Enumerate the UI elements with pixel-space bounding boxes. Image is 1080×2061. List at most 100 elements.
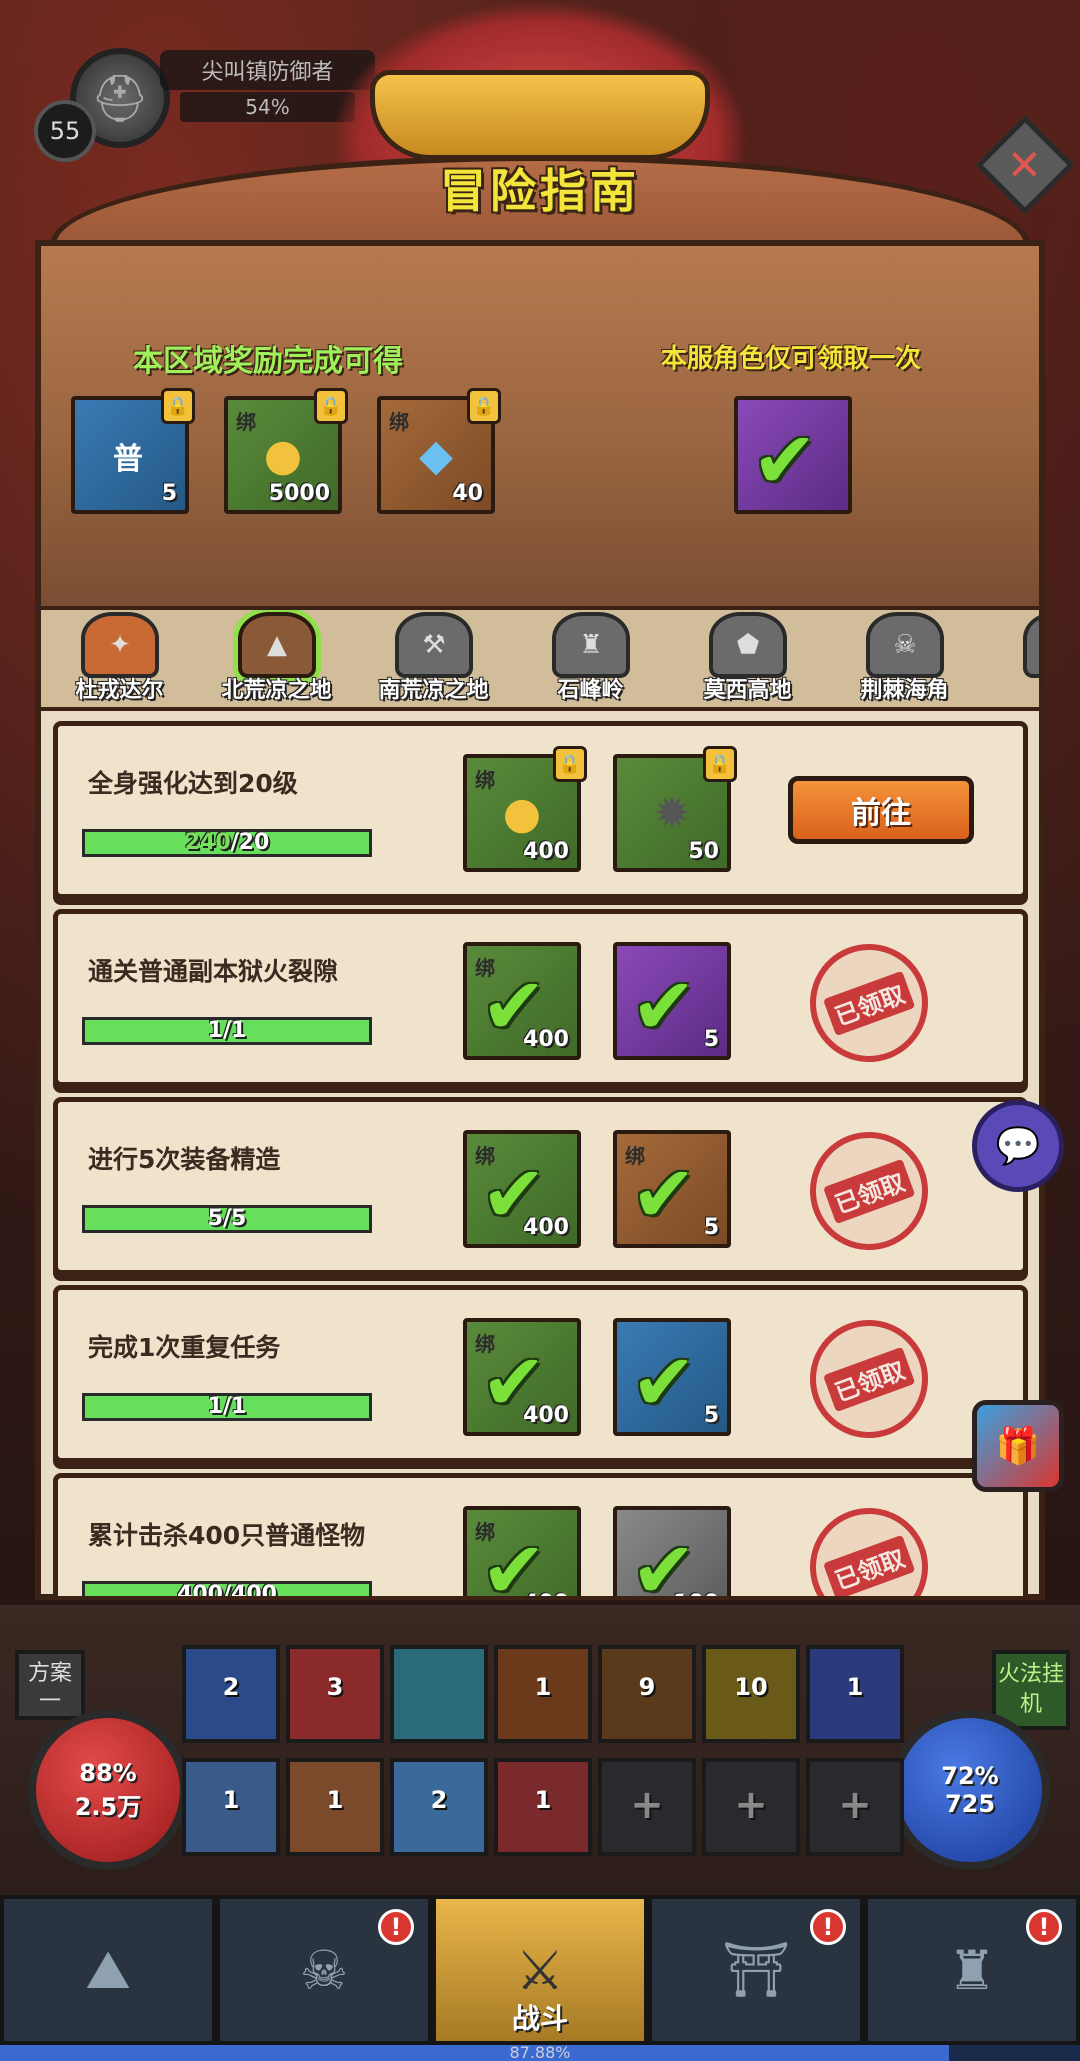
mp-percent: 72% bbox=[941, 1762, 999, 1790]
checkmark-icon: ✔ bbox=[631, 962, 697, 1052]
nav-shop[interactable]: ♜! bbox=[864, 1895, 1080, 2045]
skill-slot[interactable]: 1 bbox=[806, 1645, 904, 1743]
skill-slot[interactable]: 1 bbox=[286, 1758, 384, 1856]
item-qty: 5 bbox=[703, 1215, 719, 1240]
item-qty: 40 bbox=[452, 481, 483, 506]
bottom-hud: 方案一 火法挂机 88% 2.5万 72% 725 2 3 1 9 10 1 1… bbox=[0, 1605, 1080, 2061]
task-reward-item[interactable]: ● 绑 400 🔒 bbox=[463, 746, 587, 872]
task-reward-item[interactable]: 5 ✔ bbox=[613, 942, 731, 1060]
task-reward-item[interactable]: 100 ✔ bbox=[613, 1506, 731, 1596]
task-name: 全身强化达到20级 bbox=[88, 769, 298, 798]
skill-slot[interactable]: 9 bbox=[598, 1645, 696, 1743]
gift-button[interactable]: 🎁 bbox=[972, 1400, 1064, 1492]
skill-slot[interactable]: 2 bbox=[390, 1758, 488, 1856]
guide-panel: 本区域奖励完成可得 本服角色仅可领取一次 普 5 🔒 ● 绑 5000 🔒 ◆ … bbox=[35, 240, 1045, 1600]
gold-coin-icon: ● bbox=[502, 787, 542, 839]
nav-guild[interactable]: ⛩! bbox=[648, 1895, 864, 2045]
region-emblem-icon: ✧ bbox=[1023, 612, 1039, 678]
tab-label: 北荒凉之地 bbox=[221, 678, 332, 703]
empty-skill-slot[interactable]: + bbox=[806, 1758, 904, 1856]
region-emblem-icon: ⬟ bbox=[709, 612, 787, 678]
task-row: 累计击杀400只普通怪物 400/400 绑 400 ✔ 100 ✔ 已领取 bbox=[53, 1473, 1028, 1596]
progress-text: 5/5 bbox=[207, 1206, 247, 1231]
checkmark-icon: ✔ bbox=[752, 416, 818, 506]
empty-skill-slot[interactable]: + bbox=[702, 1758, 800, 1856]
task-reward-item[interactable]: 5 ✔ bbox=[613, 1318, 731, 1436]
skill-slot[interactable]: 1 bbox=[494, 1645, 592, 1743]
gift-icon: 🎁 bbox=[995, 1426, 1041, 1467]
task-reward-item[interactable]: 绑 400 ✔ bbox=[463, 1130, 581, 1248]
tab-region-south-wasteland[interactable]: ⚒ 南荒凉之地 bbox=[355, 610, 512, 707]
region-reward-title: 本区域奖励完成可得 bbox=[133, 344, 403, 379]
task-reward-item[interactable]: 绑 5 ✔ bbox=[613, 1130, 731, 1248]
task-row: 通关普通副本狱火裂隙 1/1 绑 400 ✔ 5 ✔ 已领取 bbox=[53, 909, 1028, 1087]
tab-label: 莫西高地 bbox=[703, 678, 792, 703]
task-reward-item[interactable]: 绑 400 ✔ bbox=[463, 1318, 581, 1436]
mask-icon: ☠ bbox=[299, 1938, 349, 2002]
lock-icon: 🔒 bbox=[467, 388, 501, 424]
nav-character[interactable]: ⛰ bbox=[0, 1895, 216, 2045]
tab-label: 南荒凉之地 bbox=[378, 678, 489, 703]
task-reward-item[interactable]: ✹ 50 🔒 bbox=[613, 746, 737, 872]
skill-slot[interactable]: 3 bbox=[286, 1645, 384, 1743]
notification-badge: ! bbox=[1026, 1909, 1062, 1945]
battle-label: 战斗 bbox=[511, 2002, 568, 2035]
bottom-nav: ⛰ ☠! ⚔ 战斗 ⛩! ♜! bbox=[0, 1895, 1080, 2045]
region-emblem-icon: ☠ bbox=[866, 612, 944, 678]
region-emblem-icon: ✦ bbox=[81, 612, 159, 678]
task-row: 全身强化达到20级 240/20 ● 绑 400 🔒 ✹ 50 🔒 前往 bbox=[53, 721, 1028, 899]
tab-region-duroldar[interactable]: ✦ 杜戎达尔 bbox=[41, 610, 198, 707]
tab-region-thorn-cape[interactable]: ☠ 荆棘海角 bbox=[826, 610, 983, 707]
claimed-stamp: 已领取 bbox=[793, 1115, 945, 1267]
chat-button[interactable]: 💬 bbox=[972, 1100, 1064, 1192]
task-reward-item[interactable]: 绑 400 ✔ bbox=[463, 942, 581, 1060]
nav-battle[interactable]: ⚔ 战斗 bbox=[432, 1895, 648, 2045]
skill-slot[interactable]: 2 bbox=[182, 1645, 280, 1743]
task-list[interactable]: 全身强化达到20级 240/20 ● 绑 400 🔒 ✹ 50 🔒 前往 通关普… bbox=[53, 721, 1028, 1596]
gold-coin-icon: ● bbox=[263, 429, 303, 481]
notification-badge: ! bbox=[810, 1909, 846, 1945]
task-name: 完成1次重复任务 bbox=[88, 1333, 281, 1362]
region-reward-item[interactable]: 普 5 🔒 bbox=[71, 388, 195, 514]
tab-region-mossy-highland[interactable]: ⬟ 莫西高地 bbox=[669, 610, 826, 707]
lock-icon: 🔒 bbox=[161, 388, 195, 424]
notification-badge: ! bbox=[378, 1909, 414, 1945]
task-name: 累计击杀400只普通怪物 bbox=[88, 1521, 366, 1550]
claimed-stamp: 已领取 bbox=[793, 927, 945, 1079]
item-tag: 绑 bbox=[389, 410, 409, 434]
task-row: 完成1次重复任务 1/1 绑 400 ✔ 5 ✔ 已领取 bbox=[53, 1285, 1028, 1463]
task-reward-item[interactable]: 绑 400 ✔ bbox=[463, 1506, 581, 1596]
skill-slot[interactable]: 1 bbox=[182, 1758, 280, 1856]
region-emblem-icon: ▲ bbox=[238, 612, 316, 678]
experience-text: 87.88% bbox=[509, 2043, 571, 2061]
empty-skill-slot[interactable]: + bbox=[598, 1758, 696, 1856]
skill-slot[interactable]: 10 bbox=[702, 1645, 800, 1743]
claimed-stamp: 已领取 bbox=[793, 1491, 945, 1596]
task-progress-bar: 400/400 bbox=[82, 1581, 372, 1596]
tab-label: 炎 bbox=[983, 672, 1039, 704]
server-reward-item[interactable]: ✔ bbox=[734, 396, 852, 514]
item-qty: 5 bbox=[703, 1403, 719, 1428]
tab-region-stone-peak[interactable]: ♜ 石峰岭 bbox=[512, 610, 669, 707]
tab-label: 荆棘海角 bbox=[860, 678, 949, 703]
item-tag: 绑 bbox=[236, 410, 256, 434]
tab-region-north-wasteland[interactable]: ▲ 北荒凉之地 bbox=[198, 610, 355, 707]
task-progress-bar: 1/1 bbox=[82, 1393, 372, 1421]
skill-bar: 2 3 1 9 10 1 1 1 2 1 + + + bbox=[182, 1645, 904, 1865]
lock-icon: 🔒 bbox=[553, 746, 587, 782]
item-qty: 5 bbox=[703, 1027, 719, 1052]
checkmark-icon: ✔ bbox=[481, 1150, 547, 1240]
server-reward-note: 本服角色仅可领取一次 bbox=[661, 344, 922, 374]
tab-label: 杜戎达尔 bbox=[75, 678, 164, 703]
go-button[interactable]: 前往 bbox=[788, 776, 974, 844]
skill-slot[interactable]: 1 bbox=[494, 1758, 592, 1856]
task-progress-bar: 5/5 bbox=[82, 1205, 372, 1233]
region-reward-item[interactable]: ◆ 绑 40 🔒 bbox=[377, 388, 501, 514]
checkmark-icon: ✔ bbox=[631, 1338, 697, 1428]
mp-orb: 72% 725 bbox=[890, 1710, 1050, 1870]
plan-button[interactable]: 方案一 bbox=[15, 1650, 85, 1720]
nav-skills[interactable]: ☠! bbox=[216, 1895, 432, 2045]
tab-region-next[interactable]: ✧ 炎 bbox=[983, 610, 1039, 707]
region-reward-item[interactable]: ● 绑 5000 🔒 bbox=[224, 388, 348, 514]
skill-slot[interactable] bbox=[390, 1645, 488, 1743]
